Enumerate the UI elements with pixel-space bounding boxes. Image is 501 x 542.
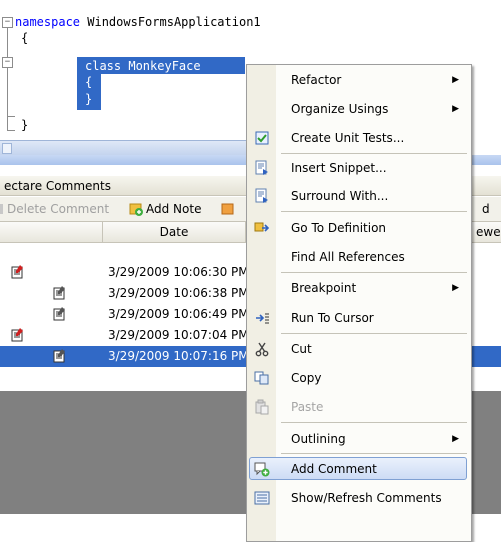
outline-guide — [7, 116, 15, 117]
scissors-icon — [255, 342, 269, 357]
menu-item-surround-with[interactable]: Surround With... — [247, 183, 471, 209]
fold-collapse-icon[interactable]: − — [2, 57, 13, 68]
snippet-icon — [255, 160, 268, 175]
menu-separator — [281, 333, 467, 334]
menu-item-organize-usings[interactable]: Organize Usings ▶ — [247, 96, 471, 122]
note-red-icon — [11, 328, 23, 342]
comments-list-icon — [254, 491, 270, 505]
context-menu: Refactor ▶ Organize Usings ▶ Create Unit… — [246, 64, 472, 542]
submenu-arrow-icon: ▶ — [452, 434, 459, 444]
menu-separator — [281, 453, 467, 454]
menu-separator — [281, 422, 467, 423]
menu-separator — [281, 272, 467, 273]
menu-item-create-unit-tests[interactable]: Create Unit Tests... — [247, 125, 471, 151]
menu-separator — [281, 211, 467, 212]
submenu-arrow-icon: ▶ — [452, 104, 459, 114]
toolbar-button-partial[interactable] — [221, 201, 235, 217]
outline-guide — [7, 28, 8, 130]
menu-item-cut[interactable]: Cut — [247, 336, 471, 362]
copy-icon — [254, 371, 269, 385]
menu-item-copy[interactable]: Copy — [247, 365, 471, 391]
delete-comment-button[interactable]: Delete Comment — [0, 201, 109, 217]
add-note-icon — [129, 202, 143, 216]
surround-icon — [255, 188, 268, 203]
unit-test-icon — [255, 131, 269, 145]
menu-item-breakpoint[interactable]: Breakpoint ▶ — [247, 275, 471, 301]
menu-item-add-comment[interactable]: Add Comment — [247, 456, 471, 482]
code-line: namespace WindowsFormsApplication1 — [15, 15, 261, 29]
add-note-button[interactable]: Add Note — [129, 201, 201, 217]
menu-item-go-to-definition[interactable]: Go To Definition — [247, 215, 471, 241]
code-line-selected: { — [85, 75, 93, 89]
code-line-selected: class MonkeyFace — [85, 59, 201, 73]
menu-separator — [281, 153, 467, 154]
submenu-arrow-icon: ▶ — [452, 283, 459, 293]
delete-icon — [0, 202, 4, 216]
column-header-date[interactable]: Date — [103, 222, 246, 242]
scrollbar-thumb[interactable] — [2, 143, 12, 154]
menu-item-paste[interactable]: Paste — [247, 394, 471, 420]
code-line-selected: } — [85, 92, 93, 106]
run-to-cursor-icon — [256, 313, 269, 324]
note-red-icon — [11, 265, 23, 279]
menu-item-show-refresh-comments[interactable]: Show/Refresh Comments — [247, 485, 471, 511]
note-icon — [53, 286, 65, 300]
column-header-icon[interactable] — [0, 222, 103, 242]
outline-guide — [7, 130, 15, 131]
note-icon — [221, 202, 235, 216]
toolbar-button-partial[interactable]: d — [482, 201, 490, 217]
column-header-viewer[interactable]: ewer — [472, 222, 501, 242]
menu-item-outlining[interactable]: Outlining ▶ — [247, 426, 471, 452]
menu-item-find-all-references[interactable]: Find All References — [247, 244, 471, 270]
note-icon — [53, 307, 65, 321]
add-comment-icon — [254, 462, 270, 477]
code-line: { — [21, 31, 29, 45]
menu-item-insert-snippet[interactable]: Insert Snippet... — [247, 155, 471, 181]
menu-item-refactor[interactable]: Refactor ▶ — [247, 67, 471, 93]
horizontal-scrollbar[interactable] — [0, 140, 250, 155]
go-to-definition-icon — [254, 222, 270, 232]
code-line: } — [21, 118, 29, 132]
fold-collapse-icon[interactable]: − — [2, 17, 13, 28]
note-icon — [53, 349, 65, 363]
menu-item-run-to-cursor[interactable]: Run To Cursor — [247, 305, 471, 331]
submenu-arrow-icon: ▶ — [452, 75, 459, 85]
paste-icon — [255, 399, 269, 415]
